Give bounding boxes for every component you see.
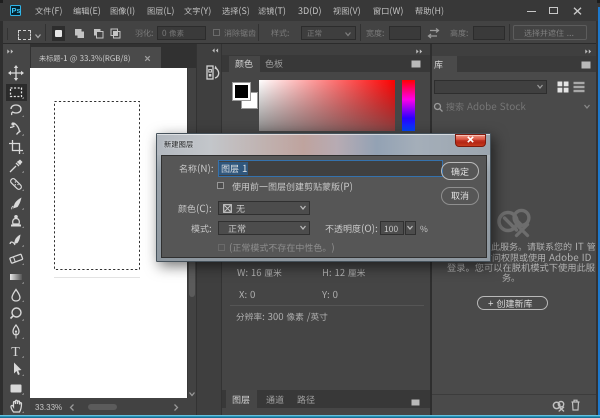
svg-text:T: T xyxy=(11,345,20,359)
